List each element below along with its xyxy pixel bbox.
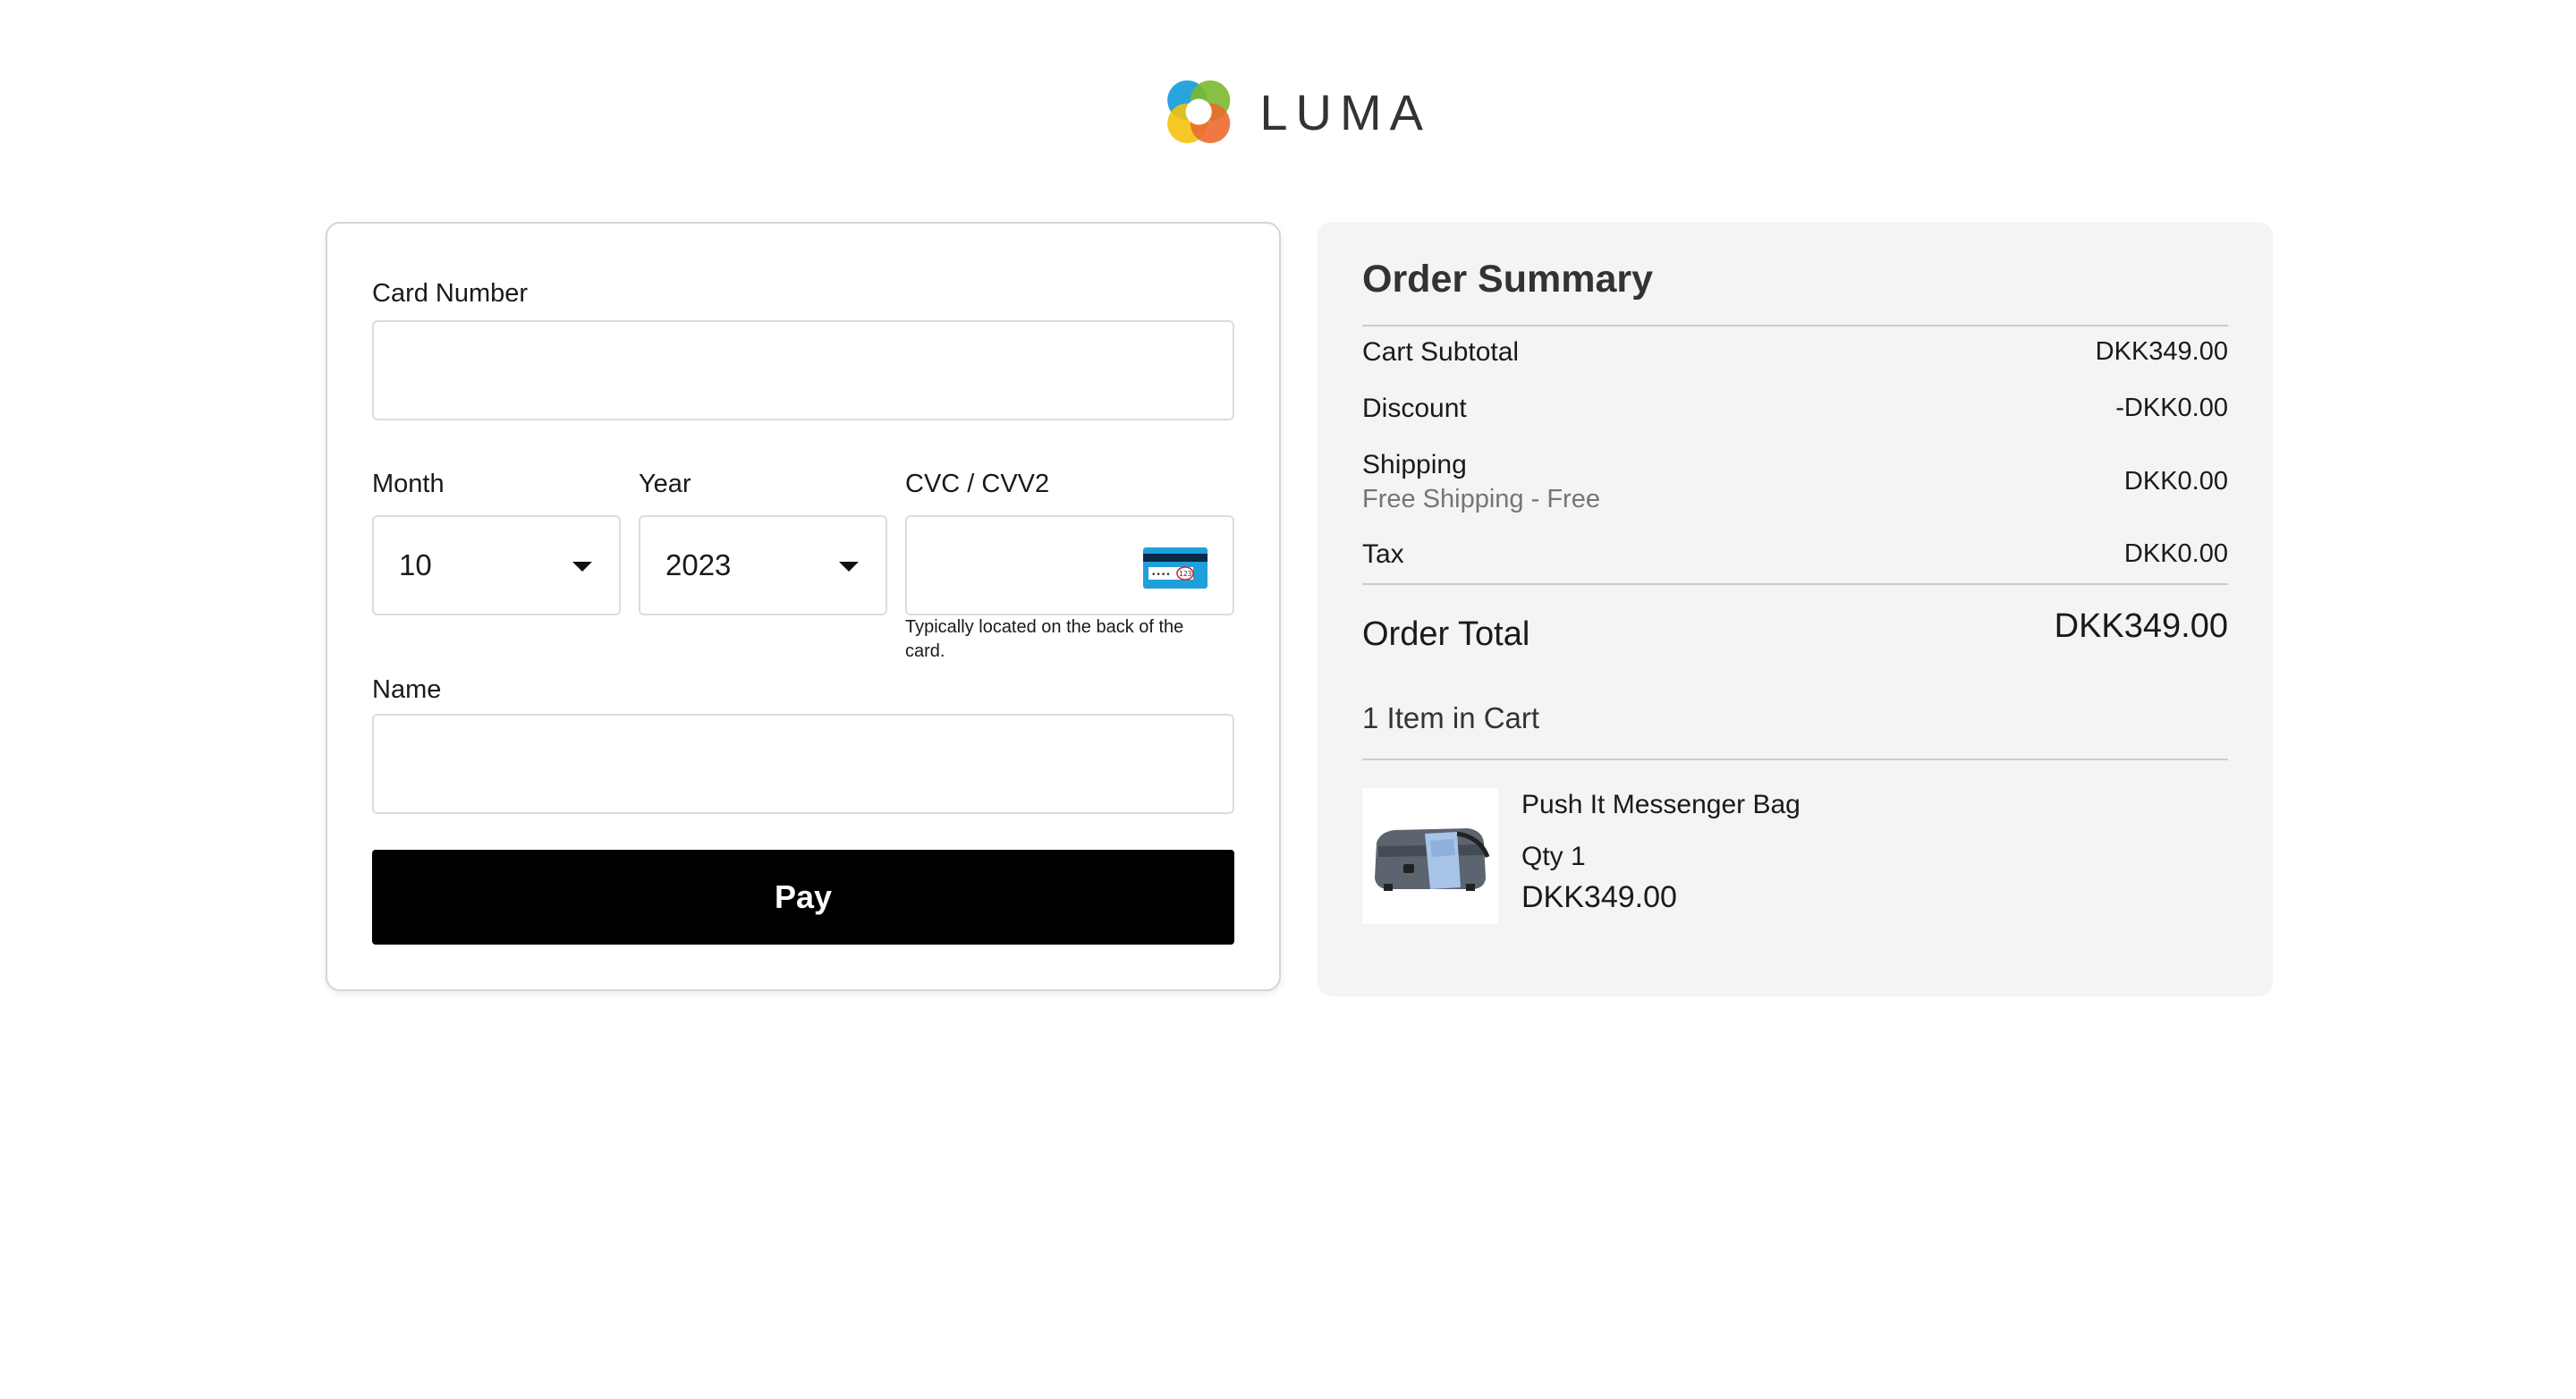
discount-value: -DKK0.00 — [2115, 394, 2228, 422]
month-value: 10 — [399, 548, 432, 581]
messenger-bag-image — [1375, 828, 1490, 891]
card-number-label: Card Number — [372, 279, 529, 308]
order-total-label: Order Total — [1362, 615, 1530, 653]
shipping-label: Shipping — [1362, 450, 1467, 479]
order-summary-title: Order Summary — [1362, 258, 1654, 301]
product-image — [1362, 788, 1498, 924]
year-value: 2023 — [665, 548, 732, 581]
payment-form: Card Number Month 10 Year 2023 CVC / CVV… — [326, 222, 1281, 991]
cvc-input[interactable]: •••• 123 — [905, 515, 1234, 615]
luma-logo-icon — [1167, 80, 1231, 144]
shipping-value: DKK0.00 — [2123, 467, 2228, 496]
product-name: Push It Messenger Bag — [1521, 790, 1801, 819]
cvc-label: CVC / CVV2 — [905, 470, 1050, 498]
product-price: DKK349.00 — [1521, 880, 1677, 914]
subtotal-label: Cart Subtotal — [1362, 337, 1520, 367]
name-label: Name — [372, 675, 442, 704]
svg-text:123: 123 — [1179, 570, 1192, 578]
divider — [1362, 583, 2228, 585]
cart-item-count[interactable]: 1 Item in Cart — [1362, 701, 1539, 735]
tax-label: Tax — [1362, 539, 1404, 569]
product-qty: Qty 1 — [1521, 842, 1586, 871]
discount-label: Discount — [1362, 394, 1467, 423]
card-number-input[interactable] — [372, 320, 1234, 420]
shipping-method: Free Shipping - Free — [1362, 485, 1600, 513]
pay-button[interactable]: Pay — [372, 850, 1234, 945]
year-label: Year — [639, 470, 691, 498]
month-select[interactable]: 10 — [372, 515, 621, 615]
year-select[interactable]: 2023 — [639, 515, 887, 615]
chevron-down-icon — [572, 562, 592, 572]
chevron-down-icon — [839, 562, 859, 572]
order-total-value: DKK349.00 — [2054, 607, 2228, 645]
cvc-hint: Typically located on the back of the car… — [905, 617, 1184, 661]
tax-value: DKK0.00 — [2123, 539, 2228, 568]
month-label: Month — [372, 470, 445, 498]
subtotal-value: DKK349.00 — [2095, 337, 2228, 366]
luma-logo[interactable]: LUMA — [1163, 70, 1431, 154]
svg-text:••••: •••• — [1151, 571, 1171, 580]
logo-wordmark: LUMA — [1259, 83, 1431, 140]
divider — [1362, 325, 2228, 326]
name-input[interactable] — [372, 714, 1234, 814]
card-back-cvv-icon: •••• 123 — [1143, 547, 1208, 589]
divider — [1362, 759, 2228, 760]
order-summary: Order Summary Cart Subtotal DKK349.00 Di… — [1318, 222, 2273, 996]
